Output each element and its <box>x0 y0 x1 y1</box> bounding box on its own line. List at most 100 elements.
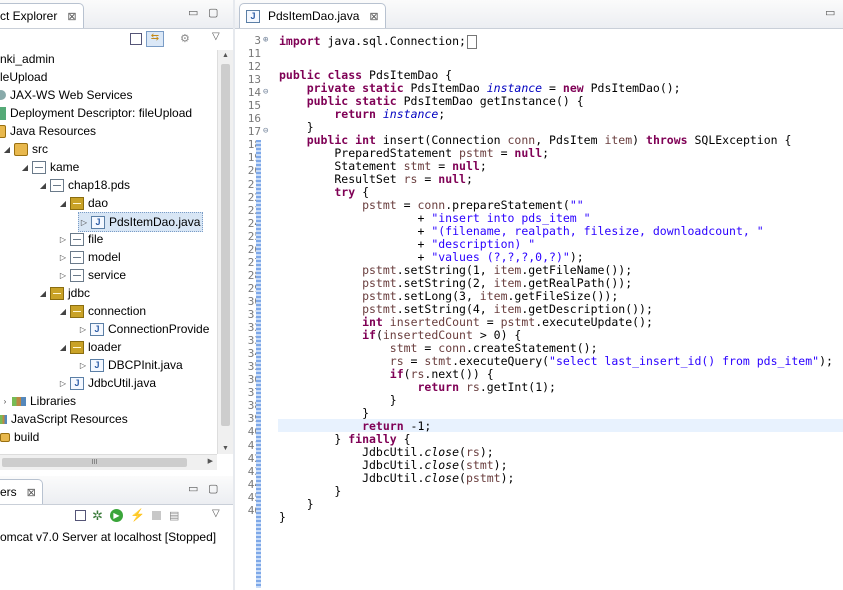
code-text: = <box>542 81 563 95</box>
expanded-icon[interactable]: ◢ <box>38 289 48 298</box>
collapsed-icon[interactable]: ▷ <box>58 253 68 262</box>
code-editor[interactable]: 3 ⊕ 11 12 13 14 ⊖ 15 16 17 ⊖ 18 19 20 21 22 23 24 25 26 27 28… <box>234 30 843 590</box>
collapse-fold-icon[interactable]: ⊖ <box>263 126 268 136</box>
tab-servers[interactable]: ers ⊠ <box>0 479 43 504</box>
code-text: , PdsItem <box>535 133 605 147</box>
scroll-right-icon[interactable]: ▶ <box>208 457 213 465</box>
tree-label: JAX-WS Web Services <box>10 88 133 102</box>
tree-label: nki_admin <box>0 52 55 66</box>
collapsed-icon[interactable]: ▷ <box>58 235 68 244</box>
view-menu-icon[interactable]: ▽ <box>212 31 220 42</box>
code-text: PdsItemDao(); <box>583 81 681 95</box>
explorer-hscroll-thumb[interactable]: III <box>2 458 187 467</box>
tab-project-explorer[interactable]: ct Explorer ⊠ <box>0 3 84 28</box>
code-text: > 0) { <box>472 328 522 342</box>
static-method: close <box>424 458 460 472</box>
focus-icon[interactable]: ⚙ <box>180 32 190 45</box>
explorer-hscrollbar[interactable]: III ▶ <box>0 454 217 470</box>
profile-server-icon[interactable]: ⚡ <box>130 508 145 522</box>
java-resources-icon <box>0 124 6 138</box>
tree-item-file[interactable]: ▷ file <box>58 230 103 248</box>
tree-item-libraries[interactable]: › Libraries <box>0 392 76 410</box>
tree-label: leUpload <box>0 70 48 84</box>
start-server-icon[interactable]: ▶ <box>110 509 123 522</box>
tree-item-deployment-descriptor[interactable]: Deployment Descriptor: fileUpload <box>0 104 192 122</box>
java-file-icon: J <box>91 215 105 229</box>
tree-item-src[interactable]: ◢ src <box>2 140 48 158</box>
tree-item-kame[interactable]: ◢ kame <box>20 158 79 176</box>
expanded-icon[interactable]: ◢ <box>2 145 12 154</box>
view-menu-icon[interactable]: ▽ <box>212 508 220 519</box>
expanded-icon[interactable]: ◢ <box>20 163 30 172</box>
close-icon[interactable]: ⊠ <box>67 10 76 23</box>
tree-item-loader[interactable]: ◢ loader <box>58 338 121 356</box>
tree-label: service <box>88 268 127 282</box>
collapse-fold-icon[interactable]: ⊖ <box>263 87 268 97</box>
package-icon <box>70 340 84 354</box>
code-text: = <box>396 198 418 212</box>
scroll-down-icon[interactable]: ▼ <box>222 445 229 452</box>
code-text: = <box>479 315 501 329</box>
collapsed-icon[interactable]: ▷ <box>78 325 88 334</box>
minimize-icon[interactable]: ▭ <box>825 6 835 19</box>
code-line: JdbcUtil.close(stmt); <box>279 458 507 472</box>
minimize-icon[interactable]: ▭ <box>188 6 198 19</box>
collapsed-icon[interactable]: ▷ <box>79 218 89 227</box>
stop-server-icon[interactable] <box>152 511 161 520</box>
variable: conn <box>417 198 446 212</box>
tree-item-service[interactable]: ▷ service <box>58 266 126 284</box>
tree-item-nki-admin[interactable]: nki_admin <box>0 50 55 68</box>
link-with-editor-icon[interactable]: ⇆ <box>146 31 164 47</box>
maximize-icon[interactable]: ▢ <box>208 482 218 495</box>
maximize-icon[interactable]: ▢ <box>208 6 218 19</box>
collapse-all-icon[interactable] <box>130 33 142 45</box>
expanded-icon[interactable]: ◢ <box>58 199 68 208</box>
code-line: + "insert into pds_item " <box>279 211 590 225</box>
tab-pdsitemdao-java[interactable]: J PdsItemDao.java ⊠ <box>239 3 386 28</box>
collapsed-icon[interactable]: ▷ <box>78 361 88 370</box>
tree-item-connectionprovider[interactable]: ▷ J ConnectionProvide <box>78 320 209 338</box>
tree-item-dao[interactable]: ◢ dao <box>58 194 108 212</box>
collapsed-icon[interactable]: ▷ <box>58 271 68 280</box>
tree-item-fileupload[interactable]: leUpload <box>0 68 47 86</box>
publish-icon[interactable]: ▤ <box>169 509 179 522</box>
tree-item-jdbc[interactable]: ◢ jdbc <box>38 284 90 302</box>
tree-item-chap18-pds[interactable]: ◢ chap18.pds <box>38 176 130 194</box>
tree-item-connection[interactable]: ◢ connection <box>58 302 146 320</box>
tree-item-pdsitemdao-java[interactable]: ▷ J PdsItemDao.java <box>78 212 204 232</box>
collapse-icon[interactable] <box>75 510 86 521</box>
expanded-icon[interactable]: ◢ <box>38 181 48 190</box>
tree-item-model[interactable]: ▷ model <box>58 248 121 266</box>
variable: stmt <box>403 159 432 173</box>
tree-item-jaxws[interactable]: JAX-WS Web Services <box>0 86 132 104</box>
code-text: .setString(1, <box>396 263 494 277</box>
collapsed-icon[interactable]: › <box>0 397 10 406</box>
code-text: = <box>403 354 425 368</box>
expanded-icon[interactable]: ◢ <box>58 307 68 316</box>
scroll-up-icon[interactable]: ▲ <box>222 52 229 59</box>
tree-item-build[interactable]: build <box>0 428 39 446</box>
folded-import-icon[interactable] <box>466 34 477 49</box>
explorer-vscroll-thumb[interactable] <box>221 64 230 426</box>
code-text: = <box>417 172 439 186</box>
collapsed-icon[interactable]: ▷ <box>58 379 68 388</box>
tree-item-dbcpinit[interactable]: ▷ J DBCPInit.java <box>78 356 183 374</box>
code-line: } finally { <box>279 432 410 446</box>
tree-label: loader <box>88 340 122 354</box>
close-icon[interactable]: ⊠ <box>27 486 36 499</box>
code-line: } <box>279 393 397 407</box>
server-item-tomcat[interactable]: omcat v7.0 Server at localhost [Stopped] <box>0 528 216 546</box>
close-icon[interactable]: ⊠ <box>369 10 378 23</box>
tree-item-java-resources[interactable]: Java Resources <box>0 122 96 140</box>
debug-server-icon[interactable]: ✲ <box>92 508 103 524</box>
expand-fold-icon[interactable]: ⊕ <box>263 35 268 45</box>
expanded-icon[interactable]: ◢ <box>58 343 68 352</box>
code-text: + <box>279 211 432 225</box>
minimize-icon[interactable]: ▭ <box>188 482 198 495</box>
line-number: 11 <box>247 47 261 60</box>
explorer-vscrollbar[interactable]: ▲ ▼ <box>217 50 233 454</box>
keyword: return <box>279 419 404 433</box>
tree-item-jdbcutil[interactable]: ▷ J JdbcUtil.java <box>58 374 156 392</box>
code-text: ; <box>465 172 473 186</box>
tree-item-javascript-resources[interactable]: JavaScript Resources <box>0 410 128 428</box>
